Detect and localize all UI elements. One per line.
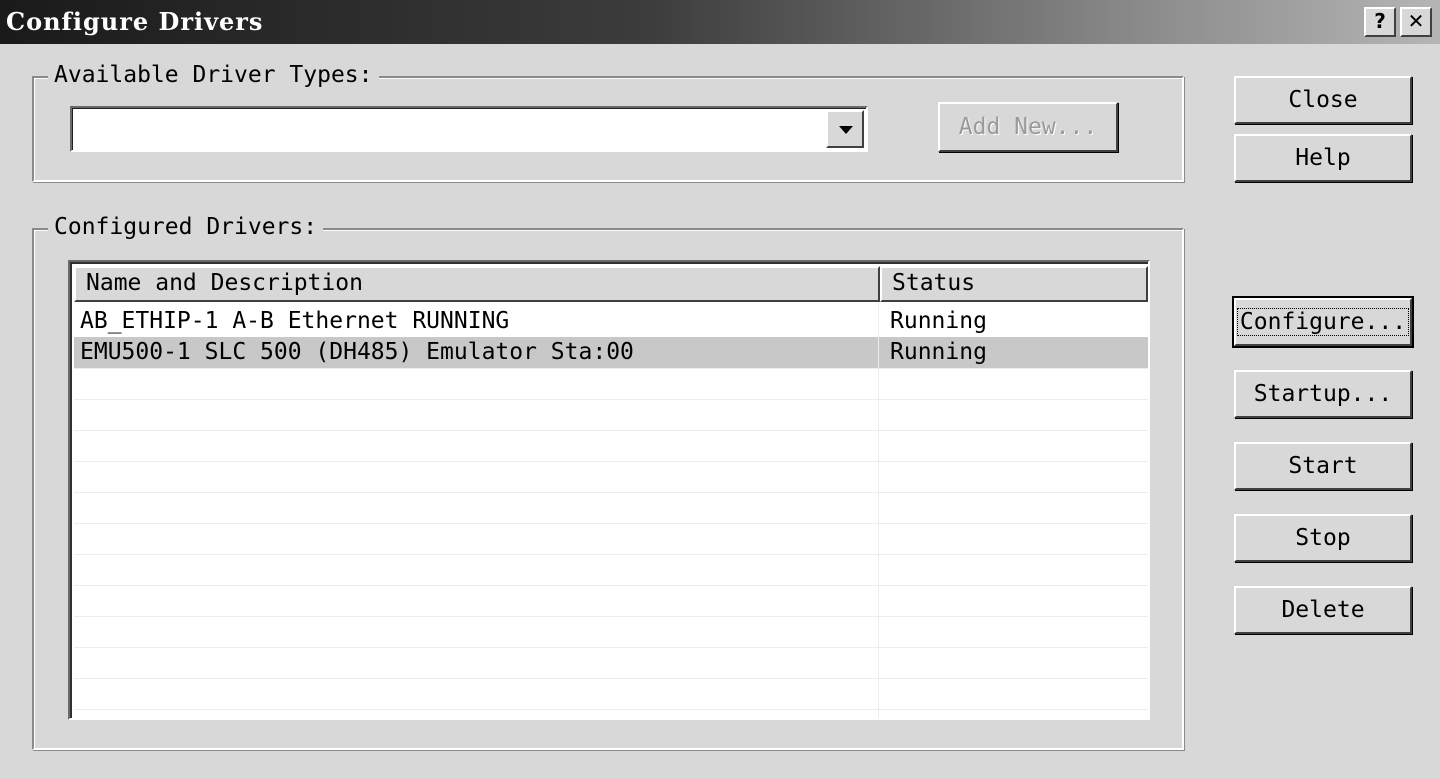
configured-drivers-group: Configured Drivers: Name and Description… <box>32 214 1184 750</box>
grid-line <box>74 430 1148 431</box>
grid-line <box>74 523 1148 524</box>
delete-button[interactable]: Delete <box>1234 586 1412 634</box>
driver-type-dropdown[interactable] <box>70 106 868 152</box>
table-row[interactable]: EMU500-1 SLC 500 (DH485) Emulator Sta:00… <box>74 337 1148 368</box>
stop-button-label: Stop <box>1295 525 1351 551</box>
driver-status: Running <box>890 339 987 365</box>
grid-line <box>74 709 1148 710</box>
title-bar[interactable]: Configure Drivers ? ✕ <box>0 0 1440 44</box>
driver-status: Running <box>890 308 987 334</box>
grid-line <box>74 585 1148 586</box>
configured-drivers-label: Configured Drivers: <box>48 214 324 240</box>
stop-button[interactable]: Stop <box>1234 514 1412 562</box>
add-new-label: Add New... <box>958 114 1098 140</box>
grid-line <box>74 492 1148 493</box>
window-title: Configure Drivers <box>6 7 264 36</box>
column-header-name[interactable]: Name and Description <box>74 266 880 302</box>
delete-button-label: Delete <box>1281 597 1365 623</box>
help-button[interactable]: Help <box>1234 134 1412 182</box>
configure-button-label: Configure... <box>1236 308 1410 336</box>
driver-name: AB_ETHIP-1 A-B Ethernet RUNNING <box>80 308 510 334</box>
column-header-status[interactable]: Status <box>880 266 1148 302</box>
grid-line <box>74 461 1148 462</box>
close-icon[interactable]: ✕ <box>1400 7 1432 37</box>
help-button-label: Help <box>1295 145 1351 171</box>
list-header: Name and Description Status <box>74 266 1148 302</box>
startup-button-label: Startup... <box>1253 381 1393 407</box>
driver-name: EMU500-1 SLC 500 (DH485) Emulator Sta:00 <box>80 339 634 365</box>
grid-line <box>74 647 1148 648</box>
configure-button[interactable]: Configure... <box>1232 296 1414 348</box>
start-button[interactable]: Start <box>1234 442 1412 490</box>
grid-line <box>74 399 1148 400</box>
dropdown-button[interactable] <box>826 110 864 148</box>
start-button-label: Start <box>1288 453 1358 479</box>
close-button[interactable]: Close <box>1234 76 1412 124</box>
grid-line <box>74 554 1148 555</box>
driver-list[interactable]: Name and Description Status AB_ETHIP-1 A… <box>68 260 1150 720</box>
close-button-label: Close <box>1288 87 1358 113</box>
add-new-button[interactable]: Add New... <box>938 102 1118 152</box>
available-driver-types-group: Available Driver Types: Add New... <box>32 62 1184 182</box>
table-row[interactable]: AB_ETHIP-1 A-B Ethernet RUNNING Running <box>74 306 1148 337</box>
grid-line <box>74 616 1148 617</box>
available-driver-types-label: Available Driver Types: <box>48 62 379 88</box>
column-divider <box>878 302 879 718</box>
grid-line <box>74 368 1148 369</box>
help-icon[interactable]: ? <box>1364 7 1396 37</box>
grid-line <box>74 678 1148 679</box>
startup-button[interactable]: Startup... <box>1234 370 1412 418</box>
chevron-down-icon <box>839 126 853 134</box>
